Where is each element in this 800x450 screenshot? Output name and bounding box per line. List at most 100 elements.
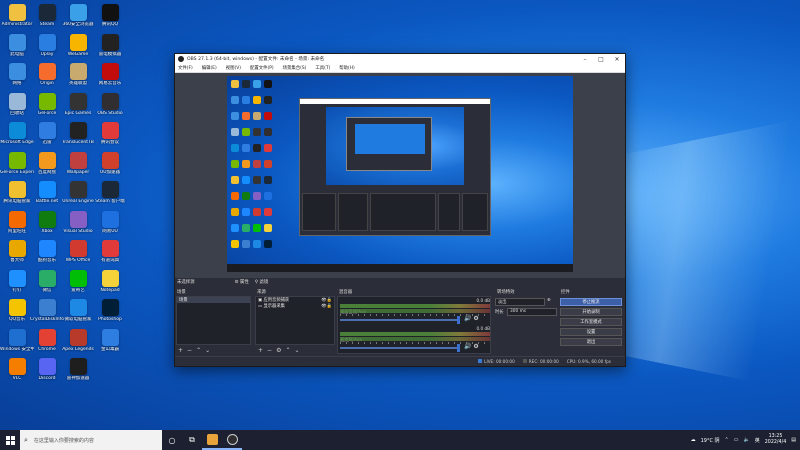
sources-list[interactable]: ▣ 应用音频捕获 👁🔒 ▭ 显示器采集 👁🔒: [255, 296, 335, 345]
duration-label: 时长: [495, 310, 504, 315]
app-icon: [101, 181, 119, 198]
network-icon[interactable]: ▭: [734, 437, 739, 443]
tray-overflow-icon[interactable]: ⌃: [725, 437, 729, 443]
move-down-icon[interactable]: ⌄: [294, 347, 299, 354]
preview-icon: [231, 96, 239, 104]
app-icon: [101, 328, 119, 346]
desktop-icon-label: 网络: [12, 81, 22, 86]
maximize-icon[interactable]: □: [593, 56, 609, 63]
volume-slider[interactable]: [340, 347, 460, 349]
app-icon: [101, 151, 119, 169]
add-icon[interactable]: +: [178, 347, 183, 354]
desktop-icon[interactable]: 金山毒霸: [93, 327, 127, 361]
folder-icon: [206, 433, 218, 445]
exit-button[interactable]: 退出: [560, 338, 622, 346]
volume-slider[interactable]: [340, 319, 460, 321]
move-up-icon[interactable]: ⌃: [285, 347, 290, 354]
visibility-icon[interactable]: 👁🔒: [321, 298, 332, 303]
weather-icon[interactable]: ☁: [691, 437, 696, 443]
desktop-icon-label: Notepad: [100, 287, 120, 293]
visibility-icon[interactable]: 👁🔒: [321, 304, 332, 309]
menu-file[interactable]: 文件(F): [178, 65, 193, 71]
transition-select[interactable]: 淡出: [495, 298, 545, 306]
desktop-icon-label: Battle.net: [35, 199, 59, 204]
app-icon: [38, 181, 56, 198]
cortana-icon[interactable]: ○: [162, 430, 182, 450]
weather-text[interactable]: 19°C 阴: [701, 437, 720, 444]
menu-edit[interactable]: 编辑(E): [202, 65, 217, 71]
scenes-list[interactable]: 场景: [176, 296, 251, 345]
add-icon[interactable]: +: [258, 347, 263, 354]
move-down-icon[interactable]: ⌄: [205, 347, 210, 354]
desktop-icon-label: 爱奇艺: [71, 287, 85, 293]
studio-mode-button[interactable]: 工作室模式: [560, 318, 622, 326]
desktop-icon-label: 微软电脑管家: [64, 317, 92, 322]
taskbar-search[interactable]: ⌕ 在这里输入你要搜索的内容: [20, 430, 162, 450]
minimize-icon[interactable]: –: [577, 56, 593, 63]
menu-view[interactable]: 视图(V): [226, 65, 241, 71]
start-button[interactable]: [0, 430, 20, 450]
desktop-icon-label: Chrome: [38, 346, 56, 352]
desktop-icon[interactable]: Discord: [30, 356, 64, 390]
desktop-icon[interactable]: 雷神加速器: [61, 356, 95, 390]
search-icon: ⌕: [24, 435, 28, 444]
menu-profile[interactable]: 配置文件(P): [250, 65, 274, 71]
app-icon: [8, 151, 26, 169]
task-view-icon[interactable]: ⧉: [182, 430, 202, 450]
menu-scene-collection[interactable]: 场景集合(S): [283, 65, 307, 71]
search-placeholder: 在这里输入你要搜索的内容: [33, 437, 94, 444]
obs-title-bar[interactable]: OBS 27.1.3 (64-bit, windows) - 配置文件: 未命名…: [175, 54, 625, 64]
preview-icon: [242, 192, 250, 200]
preview-icon: [264, 208, 272, 216]
taskbar-app-explorer[interactable]: [202, 430, 222, 450]
remove-icon[interactable]: −: [187, 347, 192, 354]
properties-button[interactable]: ⚙ 属性: [235, 279, 249, 285]
gear-icon[interactable]: ⚙: [473, 315, 478, 322]
live-status: LIVE: 00:00:00: [484, 359, 515, 364]
scene-item[interactable]: 场景: [177, 297, 250, 303]
add-transition-icon[interactable]: ⊕: [547, 298, 551, 303]
app-icon: [8, 299, 26, 316]
desktop-icon-label: 阿里旺旺: [8, 228, 26, 234]
close-icon[interactable]: ✕: [609, 56, 625, 63]
input-method-icon[interactable]: 英: [755, 437, 760, 444]
volume-icon[interactable]: 🔈: [743, 437, 749, 443]
duration-input[interactable]: 300 ms: [507, 308, 557, 316]
volume-icon[interactable]: 🔊: [464, 315, 471, 322]
desktop-icon-label: Unreal Engine: [62, 199, 94, 204]
desktop-icon-label: 有道词典: [101, 258, 119, 263]
stop-streaming-button[interactable]: 停止推流: [560, 298, 622, 306]
taskbar: ⌕ 在这里输入你要搜索的内容 ○ ⧉ ☁ 19°C 阴 ⌃ ▭ 🔈 英 13:2…: [0, 430, 800, 450]
taskbar-clock[interactable]: 13:25 2022/4/4: [765, 434, 787, 446]
taskbar-app-obs[interactable]: [222, 430, 242, 450]
source-item[interactable]: ▭ 显示器采集 👁🔒: [256, 303, 334, 310]
desktop-icon-label: QQ音乐: [8, 317, 26, 322]
move-up-icon[interactable]: ⌃: [196, 347, 201, 354]
preview-icon: [253, 128, 261, 136]
desktop-icon-label: CrystalDiskInfo: [30, 317, 64, 322]
volume-icon[interactable]: 🔊: [464, 343, 471, 350]
desktop-icon-label: Xbox: [41, 228, 53, 234]
preview-icon: [264, 160, 272, 168]
app-icon: [8, 33, 26, 51]
gear-icon[interactable]: ⚙: [276, 347, 281, 354]
app-icon: [69, 151, 87, 169]
mixer-channel: 麦克风/Aux0.0 dB 🔊 ⚙: [340, 326, 492, 354]
desktop-icon-label: 回收站: [10, 110, 24, 116]
menu-help[interactable]: 帮助(H): [339, 65, 355, 71]
preview-canvas[interactable]: [227, 76, 573, 272]
menu-tools[interactable]: 工具(T): [315, 65, 330, 71]
desktop-icon[interactable]: VLC: [0, 356, 34, 390]
obs-docks: 未选择源 ⚙ 属性 ⚲ 滤镜 场景 场景 + − ⌃ ⌄ 来源 ▣ 应用音频捕获 👁🔒 …: [175, 278, 625, 356]
desktop-icon-label: 此电脑: [10, 51, 24, 57]
sources-toolbar: + − ⚙ ⌃ ⌄: [255, 346, 300, 355]
obs-window[interactable]: OBS 27.1.3 (64-bit, windows) - 配置文件: 未命名…: [174, 53, 626, 367]
settings-button[interactable]: 设置: [560, 328, 622, 336]
app-icon: [69, 299, 87, 316]
filters-button[interactable]: ⚲ 滤镜: [255, 279, 268, 285]
preview-icon: [231, 80, 239, 88]
start-recording-button[interactable]: 开始录制: [560, 308, 622, 316]
remove-icon[interactable]: −: [267, 347, 272, 354]
notification-icon[interactable]: ▤: [791, 437, 796, 443]
gear-icon[interactable]: ⚙: [473, 343, 478, 350]
